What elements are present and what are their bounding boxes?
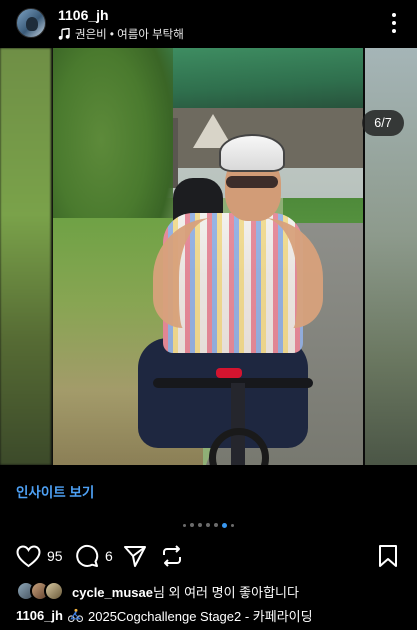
liker-avatar [44,581,64,601]
post-photo[interactable] [53,48,363,465]
carousel-page-indicator: 6/7 [362,110,404,136]
post-caption: 1106_jh 2025Cogchallenge Stage2 - 카페라이딩 [16,605,313,625]
repost-button[interactable] [160,543,184,569]
more-vertical-icon[interactable] [388,13,400,33]
share-button[interactable] [123,543,147,569]
caption-username[interactable]: 1106_jh [16,608,63,623]
comment-button[interactable]: 6 [75,543,113,569]
profile-avatar[interactable] [16,8,46,38]
likes-suffix: 님 외 여러 명이 좋아합니다 [152,584,299,600]
instagram-post: 1106_jh 권은비 • 여름아 부탁해 6/7 인사이트 보기 95 6 c… [0,0,417,630]
comment-icon [76,544,99,567]
likes-summary[interactable]: cycle_musae님 외 여러 명이 좋아합니다 [16,580,299,602]
carousel-dot [206,523,210,527]
like-count[interactable]: 95 [47,548,63,564]
send-icon [124,546,146,567]
heart-icon [16,544,41,567]
view-insights-link[interactable]: 인사이트 보기 [16,481,94,501]
carousel-dot [183,523,186,527]
liker-avatars [16,581,66,601]
like-button[interactable]: 95 [16,543,63,569]
post-username[interactable]: 1106_jh [58,7,109,23]
cyclist-emoji-icon [68,608,83,622]
carousel-dot-active [222,522,227,528]
save-button[interactable] [377,543,399,569]
music-note-icon [58,28,70,40]
carousel-dot [190,523,194,527]
likes-text: cycle_musae님 외 여러 명이 좋아합니다 [72,582,299,601]
liker-username[interactable]: cycle_musae [72,585,153,600]
carousel-dot [231,523,234,527]
insights-bar: 인사이트 보기 [0,465,417,511]
comment-count[interactable]: 6 [105,548,113,564]
carousel-dot [198,523,202,527]
carousel-dots [0,521,417,529]
post-header: 1106_jh 권은비 • 여름아 부탁해 [0,0,417,48]
media-carousel[interactable]: 6/7 [0,48,417,465]
bookmark-icon [379,545,397,567]
post-actions: 95 6 [0,540,417,572]
music-info[interactable]: 권은비 • 여름아 부탁해 [58,27,184,41]
carousel-dot [214,523,218,527]
music-label: 권은비 • 여름아 부탁해 [75,29,184,41]
repost-icon [163,545,181,567]
previous-media-peek[interactable] [0,48,51,465]
caption-text: 2025Cogchallenge Stage2 - 카페라이딩 [88,608,313,624]
